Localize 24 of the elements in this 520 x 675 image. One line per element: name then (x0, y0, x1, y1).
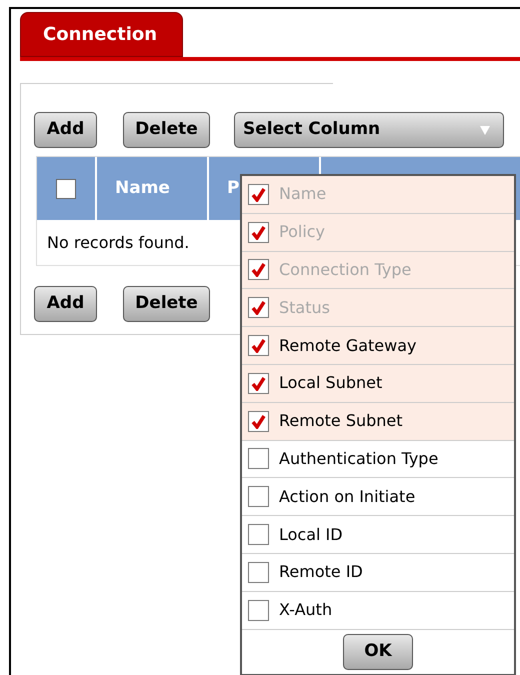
option-label: Remote ID (279, 561, 363, 584)
add-button[interactable]: Add (34, 112, 97, 148)
tab[interactable]: Connection (20, 12, 183, 57)
empty-message: No records found. (47, 232, 190, 254)
option-label: Name (279, 183, 326, 206)
ok-button[interactable]: OK (343, 634, 413, 670)
option-label: Status (279, 296, 330, 319)
delete-button[interactable]: Delete (123, 286, 210, 322)
option-label: Action on Initiate (279, 486, 416, 508)
option-label: Remote Subnet (279, 410, 403, 432)
select-column-dropdown[interactable]: Select Column (234, 112, 504, 148)
add-button[interactable]: Add (34, 286, 97, 322)
column-option[interactable]: Remote Subnet (242, 402, 514, 441)
option-label: Local ID (279, 524, 343, 546)
column-option[interactable]: Authentication Type (242, 440, 514, 478)
option-label: X-Auth (279, 599, 332, 622)
delete-button[interactable]: Delete (123, 112, 210, 148)
option-label: Authentication Type (279, 448, 438, 470)
column-option[interactable]: Local Subnet (242, 364, 514, 403)
option-label: Local Subnet (279, 372, 382, 394)
option-label: Remote Gateway (279, 334, 416, 357)
column-option[interactable]: Remote Gateway (242, 327, 514, 365)
option-label: Connection Type (279, 258, 412, 281)
option-label: Policy (279, 221, 326, 244)
